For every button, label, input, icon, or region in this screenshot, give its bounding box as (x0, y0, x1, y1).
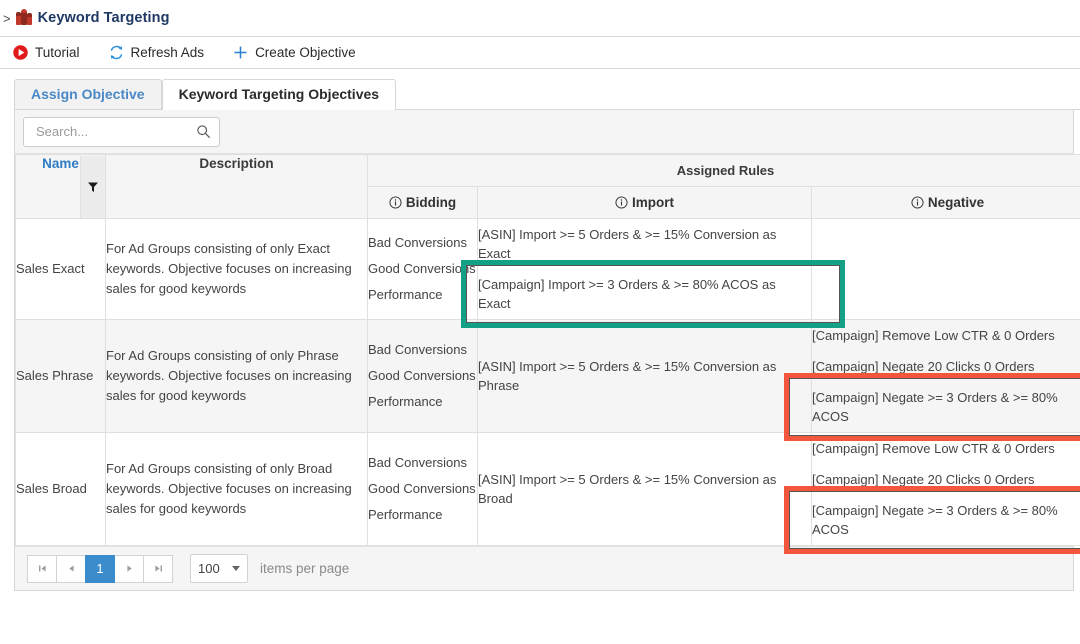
bidding-rule: Bad Conversions (368, 455, 467, 470)
objectives-table: Name Description Assigned Rules Bidding … (15, 154, 1080, 546)
header-name[interactable]: Name (16, 155, 105, 218)
refresh-ads-button[interactable]: Refresh Ads (108, 44, 205, 61)
pager-prev-button[interactable] (56, 554, 86, 583)
import-rule: [ASIN] Import >= 5 Orders & >= 15% Conve… (478, 472, 777, 506)
pager-buttons: 1 (27, 554, 173, 583)
grid-toolbar (15, 110, 1073, 154)
pager-last-button[interactable] (143, 554, 173, 583)
grid-pager: 1 100 items per page (15, 546, 1073, 590)
tutorial-button[interactable]: Tutorial (12, 44, 80, 61)
search-input[interactable] (34, 123, 196, 140)
header-import[interactable]: Import (477, 186, 812, 219)
table-row[interactable]: Sales Phrase For Ad Groups consisting of… (15, 319, 1080, 433)
header-name-label: Name (42, 155, 79, 171)
cell-name: Sales Broad (15, 432, 106, 546)
import-rule: [ASIN] Import >= 5 Orders & >= 15% Conve… (478, 359, 777, 393)
table-header-group-row: Name Description Assigned Rules (15, 154, 1080, 219)
header-assigned-rules-label: Assigned Rules (676, 163, 775, 178)
page-size-select[interactable]: 100 (190, 554, 248, 583)
negative-rule: [Campaign] Negate >= 3 Orders & >= 80% A… (812, 390, 1058, 424)
cell-description: For Ad Groups consisting of only Broad k… (105, 432, 368, 546)
page-size-value: 100 (198, 561, 220, 576)
header-bidding[interactable]: Bidding (367, 186, 478, 219)
pager-first-button[interactable] (27, 554, 57, 583)
header-description[interactable]: Description (106, 155, 367, 218)
import-rule: [Campaign] Import >= 3 Orders & >= 80% A… (478, 277, 776, 311)
cell-name: Sales Phrase (15, 319, 106, 433)
bidding-rule: Performance (368, 287, 443, 302)
cell-import: [ASIN] Import >= 5 Orders & >= 15% Conve… (477, 319, 812, 433)
header-negative[interactable]: Negative (811, 186, 1080, 219)
info-icon (911, 196, 924, 209)
negative-rule: [Campaign] Remove Low CTR & 0 Orders (812, 328, 1055, 343)
cell-import: [ASIN] Import >= 5 Orders & >= 15% Conve… (477, 432, 812, 546)
header-name-cell: Name (15, 154, 106, 219)
info-icon (615, 196, 628, 209)
cell-bidding: Bad Conversions Good Conversions Perform… (367, 432, 478, 546)
tab-keyword-targeting-objectives[interactable]: Keyword Targeting Objectives (161, 79, 397, 110)
next-page-icon (126, 565, 132, 572)
info-icon (389, 196, 402, 209)
import-rule: [ASIN] Import >= 5 Orders & >= 15% Conve… (478, 227, 777, 261)
create-objective-button[interactable]: Create Objective (232, 44, 356, 61)
cell-description: For Ad Groups consisting of only Phrase … (105, 319, 368, 433)
header-description-cell: Description (105, 154, 368, 219)
breadcrumb-bar: > Keyword Targeting (0, 0, 1080, 37)
bidding-rule: Bad Conversions (368, 235, 467, 250)
refresh-icon (110, 45, 122, 60)
header-bidding-label: Bidding (405, 195, 457, 210)
tabstrip: Assign Objective Keyword Targeting Objec… (14, 79, 1080, 110)
action-toolbar: Tutorial Refresh Ads Create Objective (0, 37, 1080, 69)
header-negative-label: Negative (927, 195, 985, 210)
tab-assign-objective[interactable]: Assign Objective (14, 79, 162, 109)
cell-bidding: Bad Conversions Good Conversions Perform… (367, 319, 478, 433)
cell-negative (811, 218, 1080, 320)
last-page-icon (154, 565, 162, 572)
name-filter-button[interactable] (80, 155, 105, 218)
table-row[interactable]: Sales Exact For Ad Groups consisting of … (15, 218, 1080, 320)
negative-rule: [Campaign] Negate 20 Clicks 0 Orders (812, 472, 1035, 487)
tutorial-label: Tutorial (35, 45, 80, 60)
objectives-grid-panel: Name Description Assigned Rules (14, 110, 1080, 591)
play-circle-icon (13, 45, 28, 60)
search-icon[interactable] (196, 124, 211, 139)
prev-page-icon (68, 565, 74, 572)
bidding-rule: Good Conversions (368, 368, 476, 383)
filter-icon (88, 182, 98, 192)
cell-bidding: Bad Conversions Good Conversions Perform… (367, 218, 478, 320)
breadcrumb-caret: > (3, 10, 11, 26)
bidding-rule: Good Conversions (368, 481, 476, 496)
bidding-rule: Performance (368, 507, 443, 522)
bidding-rule: Good Conversions (368, 261, 476, 276)
cell-name: Sales Exact (15, 218, 106, 320)
pager-next-button[interactable] (114, 554, 144, 583)
plus-icon (234, 46, 247, 59)
bidding-rule: Performance (368, 394, 443, 409)
refresh-ads-label: Refresh Ads (130, 45, 205, 60)
header-assigned-rules: Assigned Rules (367, 154, 1080, 187)
cell-description: For Ad Groups consisting of only Exact k… (105, 218, 368, 320)
cell-import: [ASIN] Import >= 5 Orders & >= 15% Conve… (477, 218, 812, 320)
page-size-label: items per page (260, 561, 350, 576)
chess-pieces-icon (15, 9, 33, 27)
page-title: Keyword Targeting (37, 10, 170, 26)
negative-rule: [Campaign] Negate 20 Clicks 0 Orders (812, 359, 1035, 374)
cell-negative: [Campaign] Remove Low CTR & 0 Orders [Ca… (811, 432, 1080, 546)
chevron-down-icon (232, 566, 240, 571)
negative-rule: [Campaign] Negate >= 3 Orders & >= 80% A… (812, 503, 1058, 537)
table-row[interactable]: Sales Broad For Ad Groups consisting of … (15, 432, 1080, 546)
tabstrip-wrapper: Assign Objective Keyword Targeting Objec… (0, 69, 1080, 110)
negative-rule: [Campaign] Remove Low CTR & 0 Orders (812, 441, 1055, 456)
create-objective-label: Create Objective (255, 45, 356, 60)
first-page-icon (38, 565, 46, 572)
pager-page-1[interactable]: 1 (85, 554, 115, 583)
search-box[interactable] (23, 116, 220, 147)
bidding-rule: Bad Conversions (368, 342, 467, 357)
cell-negative: [Campaign] Remove Low CTR & 0 Orders [Ca… (811, 319, 1080, 433)
header-import-label: Import (632, 195, 674, 210)
